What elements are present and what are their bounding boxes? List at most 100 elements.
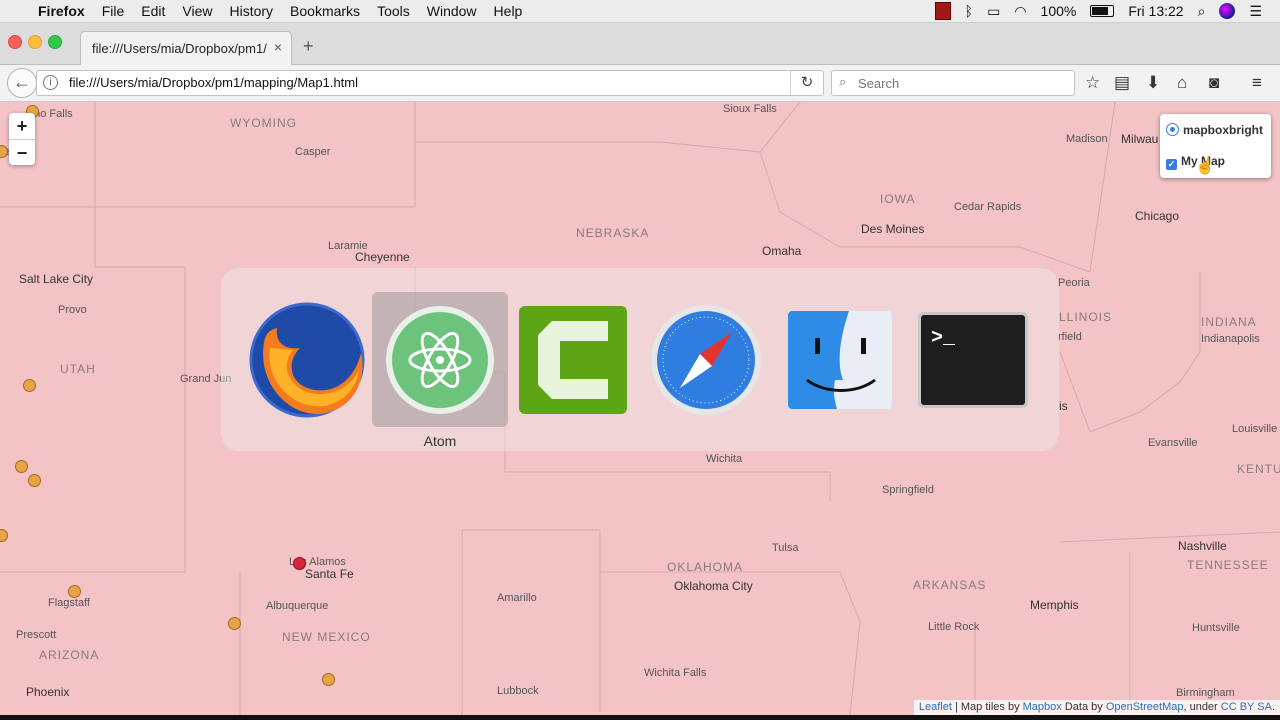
- place-label: Casper: [295, 146, 331, 158]
- pointer-hand-cursor: ☝: [1195, 158, 1215, 175]
- place-label: rfield: [1058, 331, 1082, 343]
- url-text[interactable]: file:///Users/mia/Dropbox/pm1/mapping/Ma…: [69, 75, 358, 90]
- place-label: Des Moines: [861, 222, 925, 236]
- zoom-control: + −: [9, 113, 35, 165]
- clock[interactable]: Fri 13:22: [1128, 3, 1183, 19]
- close-window-button[interactable]: [8, 35, 22, 49]
- terminal-app-icon[interactable]: >_: [917, 311, 1029, 409]
- firefox-app-icon[interactable]: [245, 298, 369, 422]
- url-bar[interactable]: i file:///Users/mia/Dropbox/pm1/mapping/…: [36, 70, 824, 96]
- app-switcher: Atom >_: [221, 268, 1059, 451]
- notification-center-icon[interactable]: ☰: [1249, 3, 1262, 20]
- place-label: Louisville: [1232, 423, 1278, 435]
- menu-edit[interactable]: Edit: [141, 3, 165, 19]
- place-label: ARKANSAS: [913, 578, 987, 592]
- bookmark-star-icon[interactable]: ☆: [1085, 73, 1100, 93]
- finder-app-icon[interactable]: [787, 310, 893, 410]
- place-label: OKLAHOMA: [667, 560, 744, 574]
- map-marker[interactable]: [228, 617, 241, 630]
- pocket-icon[interactable]: ◙: [1209, 73, 1219, 93]
- spotlight-icon[interactable]: ⌕: [1198, 3, 1206, 20]
- place-label: Chicago: [1135, 209, 1180, 223]
- menu-bookmarks[interactable]: Bookmarks: [290, 3, 360, 19]
- osm-link[interactable]: OpenStreetMap: [1106, 701, 1184, 713]
- place-label: Little Rock: [928, 621, 980, 633]
- siri-icon[interactable]: [1219, 3, 1236, 19]
- atom-app-icon[interactable]: [384, 304, 496, 416]
- place-label: Flagstaff: [48, 597, 90, 609]
- place-label: Wichita Falls: [644, 667, 707, 679]
- place-label: Springfield: [882, 484, 934, 496]
- license-link[interactable]: CC BY SA: [1221, 701, 1272, 713]
- tab-close-icon[interactable]: ×: [274, 39, 282, 55]
- place-label: Prescott: [16, 629, 57, 641]
- map-marker[interactable]: [322, 673, 335, 686]
- airplay-icon[interactable]: ▭: [987, 3, 1000, 20]
- menu-hamburger-icon[interactable]: ≡: [1252, 73, 1262, 93]
- battery-percent: 100%: [1040, 3, 1077, 19]
- zoom-out-button[interactable]: −: [9, 140, 35, 166]
- navigation-bar: ← i file:///Users/mia/Dropbox/pm1/mappin…: [0, 65, 1280, 102]
- place-label: Cedar Rapids: [954, 201, 1022, 213]
- place-label: Indianapolis: [1201, 333, 1260, 345]
- search-icon: ⌕: [839, 74, 847, 89]
- mapbox-link[interactable]: Mapbox: [1023, 701, 1062, 713]
- screen-bottom-edge: [0, 715, 1280, 720]
- map-marker[interactable]: [28, 474, 41, 487]
- site-info-icon[interactable]: i: [43, 75, 58, 90]
- place-label: Huntsville: [1192, 622, 1240, 634]
- place-label: LLINOIS: [1059, 310, 1113, 324]
- reload-icon[interactable]: ↻: [790, 71, 823, 95]
- place-label: UTAH: [60, 362, 96, 376]
- place-label: Birmingham: [1176, 687, 1235, 699]
- place-label: Madison: [1066, 133, 1108, 145]
- tab-map1[interactable]: file:///Users/mia/Dropbox/pm1/ma ×: [80, 31, 292, 65]
- menu-window[interactable]: Window: [427, 3, 477, 19]
- minimize-window-button[interactable]: [28, 35, 42, 49]
- place-label: WYOMING: [230, 116, 297, 130]
- menu-tools[interactable]: Tools: [377, 3, 410, 19]
- zoom-in-button[interactable]: +: [9, 113, 35, 140]
- map-marker-selected[interactable]: [293, 557, 306, 570]
- checkbox-icon[interactable]: ✓: [1166, 159, 1177, 170]
- place-label: Cheyenne: [355, 250, 410, 264]
- battery-icon[interactable]: [1090, 5, 1115, 17]
- menu-history[interactable]: History: [229, 3, 273, 19]
- wifi-icon[interactable]: ◠: [1014, 3, 1026, 20]
- menu-file[interactable]: File: [102, 3, 125, 19]
- camtasia-app-icon[interactable]: [518, 305, 628, 415]
- menu-view[interactable]: View: [182, 3, 212, 19]
- zoom-window-button[interactable]: [48, 35, 62, 49]
- menu-help[interactable]: Help: [494, 3, 523, 19]
- new-tab-button[interactable]: +: [303, 36, 314, 57]
- place-label: Evansville: [1148, 437, 1198, 449]
- place-label: Lubbock: [497, 685, 539, 697]
- tab-strip: file:///Users/mia/Dropbox/pm1/ma × +: [0, 23, 1280, 65]
- place-label: Tulsa: [772, 542, 799, 554]
- back-button[interactable]: ←: [7, 68, 37, 98]
- recording-icon[interactable]: [934, 2, 951, 20]
- bluetooth-icon[interactable]: ᛒ: [965, 3, 973, 19]
- map-marker[interactable]: [68, 585, 81, 598]
- menu-bar: Firefox File Edit View History Bookmarks…: [0, 0, 1280, 23]
- place-label: KENTU: [1237, 462, 1280, 476]
- home-icon[interactable]: ⌂: [1177, 73, 1187, 93]
- place-label: Nashville: [1178, 539, 1227, 553]
- reading-list-icon[interactable]: ▤: [1114, 73, 1130, 93]
- place-label: Memphis: [1030, 598, 1079, 612]
- search-input[interactable]: ⌕ Search: [831, 70, 1075, 96]
- map-attribution: Leaflet | Map tiles by Mapbox Data by Op…: [913, 700, 1280, 715]
- radio-icon[interactable]: [1166, 123, 1179, 136]
- place-label: Wichita: [706, 453, 743, 465]
- map-marker[interactable]: [15, 460, 28, 473]
- place-label: Peoria: [1058, 277, 1090, 289]
- downloads-icon[interactable]: ⬇: [1146, 73, 1160, 93]
- leaflet-link[interactable]: Leaflet: [919, 701, 952, 713]
- base-layer-option[interactable]: mapboxbright: [1166, 120, 1263, 140]
- place-label: ARIZONA: [39, 648, 100, 662]
- place-label: Provo: [58, 304, 87, 316]
- place-label: Milwau: [1121, 132, 1159, 146]
- map-marker[interactable]: [23, 379, 36, 392]
- safari-app-icon[interactable]: [650, 304, 762, 416]
- menu-app-firefox[interactable]: Firefox: [38, 3, 85, 19]
